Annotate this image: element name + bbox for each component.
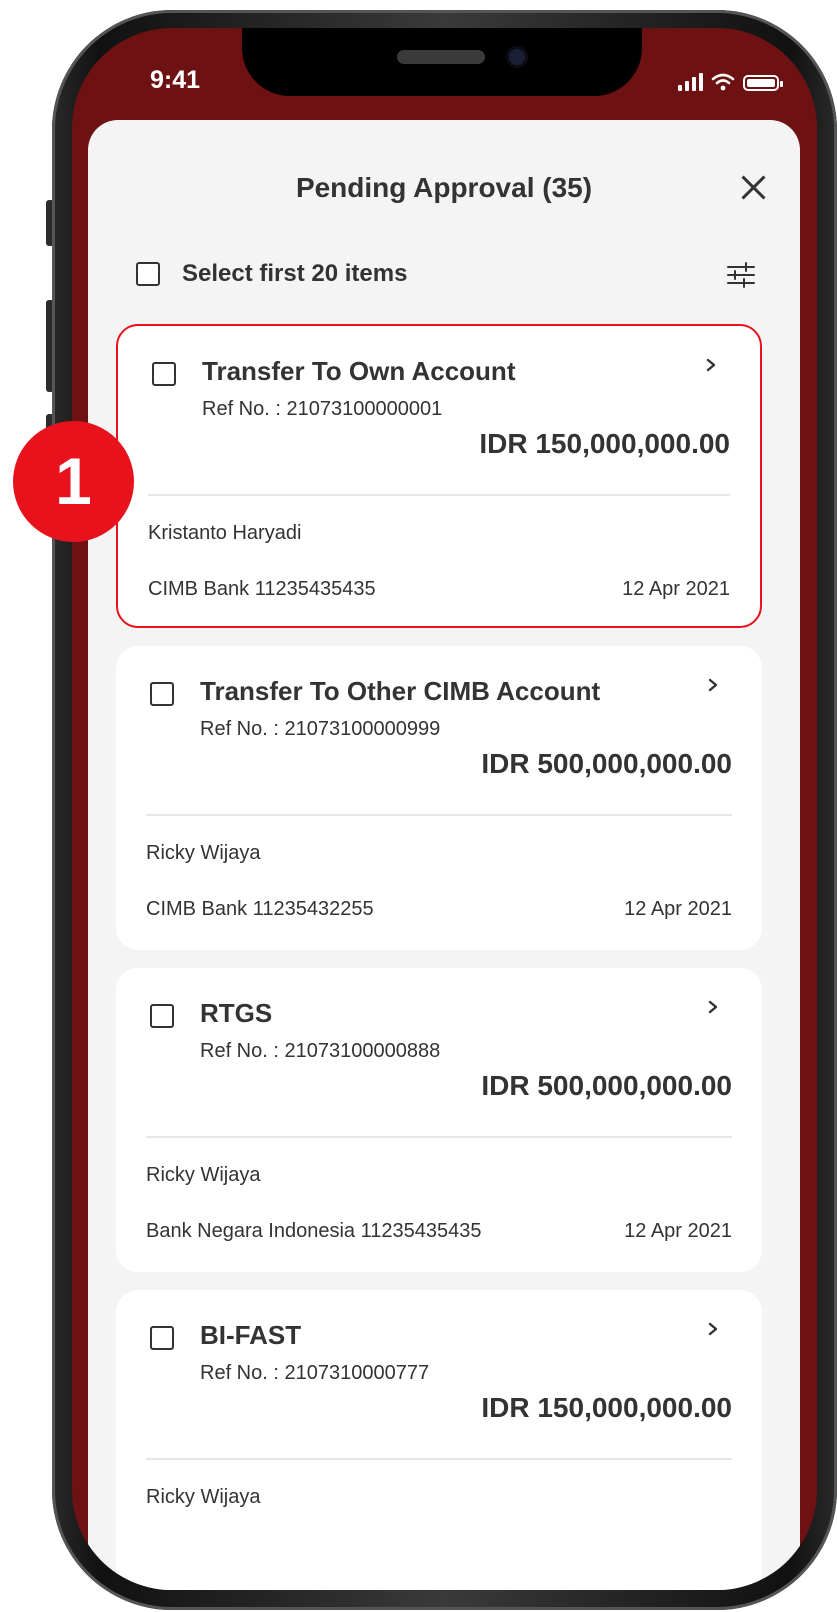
battery-icon [743,75,783,91]
chevron-right-icon[interactable] [706,678,720,692]
card-beneficiary-name: Kristanto Haryadi [148,522,302,544]
card-amount: IDR 500,000,000.00 [481,748,732,779]
card-ref-number: Ref No. : 21073100000999 [200,718,441,740]
select-first-items-row[interactable]: Select first 20 items [136,260,407,288]
card-beneficiary-name: Ricky Wijaya [146,842,261,864]
wifi-icon [711,73,735,91]
card-amount: IDR 500,000,000.00 [481,1070,732,1101]
card-amount: IDR 150,000,000.00 [479,428,730,459]
card-title: RTGS [200,998,273,1028]
card-bank-account: CIMB Bank 11235432255 [146,898,374,920]
card-divider [146,1136,732,1138]
chevron-right-icon[interactable] [706,1000,720,1014]
select-all-label: Select first 20 items [182,260,408,287]
speaker [397,50,485,64]
card-bank-account: Bank Negara Indonesia 11235435435 [146,1220,482,1242]
card-date: 12 Apr 2021 [624,898,732,920]
card-title: Transfer To Other CIMB Account [200,676,601,706]
card-date: 12 Apr 2021 [624,1220,732,1242]
card-title: BI-FAST [200,1320,302,1350]
card-date: 12 Apr 2021 [622,578,730,600]
chevron-right-icon[interactable] [704,358,718,372]
page-title: Pending Approval (35) [295,172,593,203]
approval-card[interactable]: RTGS Ref No. : 21073100000888 IDR 500,00… [116,968,762,1272]
status-icons [678,73,783,91]
front-camera [506,46,528,68]
chevron-right-icon[interactable] [706,1322,720,1336]
card-checkbox[interactable] [152,362,176,386]
card-ref-number: Ref No. : 21073100000888 [200,1040,441,1062]
pending-approval-sheet: Pending Approval (35) Select first 20 it… [88,120,800,1590]
card-divider [148,494,730,496]
card-amount: IDR 150,000,000.00 [481,1392,732,1423]
card-checkbox[interactable] [150,1326,174,1350]
signal-icon [678,73,703,91]
card-beneficiary-name: Ricky Wijaya [146,1164,261,1186]
approval-card[interactable]: BI-FAST Ref No. : 2107310000777 IDR 150,… [116,1290,762,1590]
card-checkbox[interactable] [150,682,174,706]
card-title: Transfer To Own Account [202,356,516,386]
select-all-checkbox[interactable] [136,262,160,286]
close-icon[interactable] [736,170,770,204]
card-ref-number: Ref No. : 21073100000001 [202,398,443,420]
card-bank-account: CIMB Bank 11235435435 [148,578,376,600]
approval-card[interactable]: Transfer To Own Account Ref No. : 210731… [116,324,762,628]
approval-card[interactable]: Transfer To Other CIMB Account Ref No. :… [116,646,762,950]
status-time: 9:41 [150,66,201,94]
phone-screen: 9:41 Pending Approval (35) Select first … [72,28,817,1590]
card-ref-number: Ref No. : 2107310000777 [200,1362,430,1384]
card-divider [146,1458,732,1460]
filter-sliders-icon[interactable] [726,260,756,290]
card-beneficiary-name: Ricky Wijaya [146,1486,261,1508]
card-divider [146,814,732,816]
notch [242,28,642,96]
card-checkbox[interactable] [150,1004,174,1028]
step-marker-badge: 1 [13,421,134,542]
